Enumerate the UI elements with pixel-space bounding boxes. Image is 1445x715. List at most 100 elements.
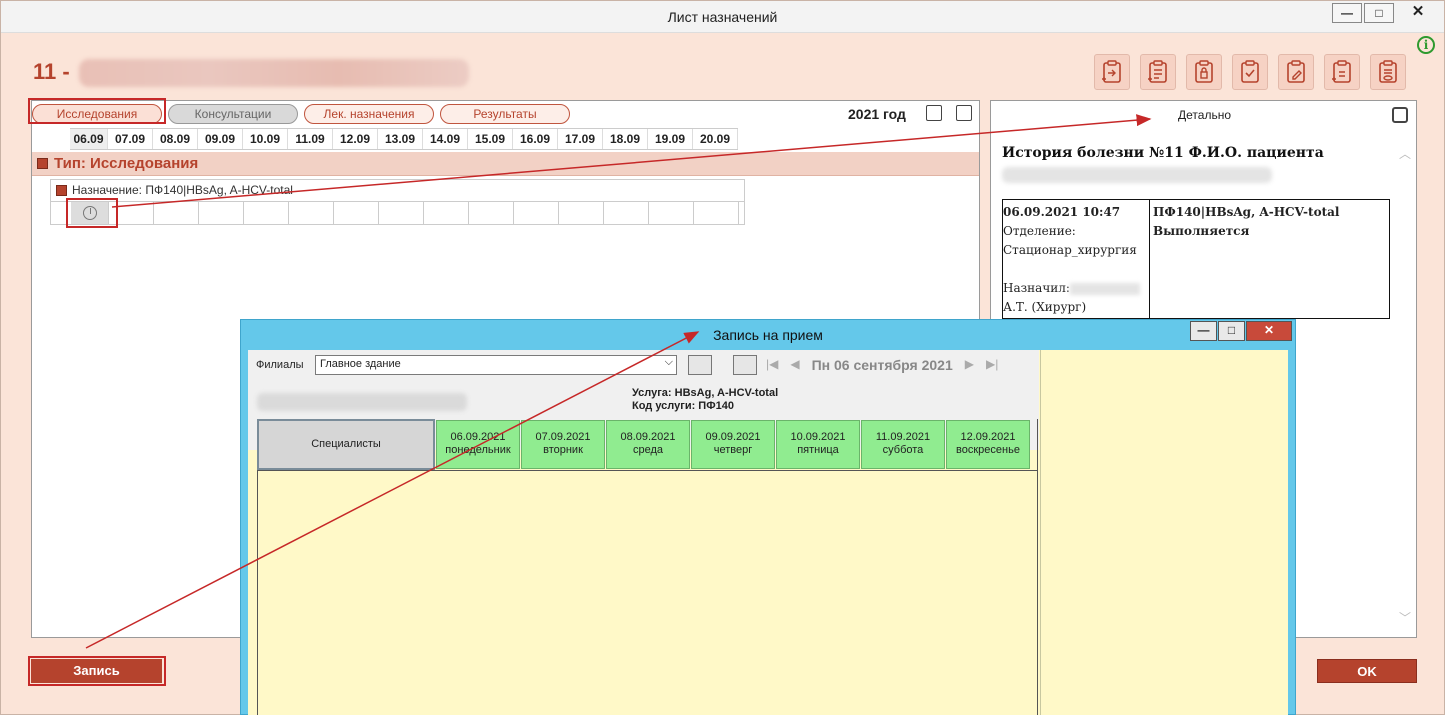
scroll-down-icon[interactable]: ﹀ (1399, 609, 1411, 625)
day-date: 11.09.2021 (875, 431, 931, 443)
detail-header: История болезни №11 Ф.И.О. пациента (1002, 145, 1324, 161)
clipboard-check-icon[interactable] (1232, 54, 1268, 90)
tab-results[interactable]: Результаты (440, 104, 570, 124)
dialog-close-button[interactable]: ✕ (1246, 321, 1292, 341)
day-header[interactable]: 06.09.2021 понедельник (436, 420, 520, 469)
appointment-dialog: Запись на прием — □ ✕ Филиалы Главное зд… (240, 319, 1296, 715)
date-header-cell: 17.09 (558, 129, 603, 149)
schedule-cell[interactable] (559, 202, 604, 224)
day-header[interactable]: 09.09.2021 четверг (691, 420, 775, 469)
schedule-cell[interactable] (604, 202, 649, 224)
assignment-label: Назначение: ПФ140|HBsAg, A-HCV-total (72, 183, 293, 197)
schedule-cell[interactable] (469, 202, 514, 224)
cell-annotation-box (66, 198, 118, 228)
date-header-cell: 11.09 (288, 129, 333, 149)
date-header-cell: 18.09 (603, 129, 648, 149)
service-line: Услуга: HBsAg, A-HCV-total (632, 387, 779, 399)
edit-icon[interactable] (688, 355, 712, 375)
date-header-cell: 15.09 (468, 129, 513, 149)
detail-table: 06.09.2021 10:47 Отделение: Стационар_хи… (1002, 199, 1390, 319)
date-header-cell: 06.09 (70, 129, 108, 149)
tab-annotation-box (28, 98, 166, 124)
maximize-button[interactable]: □ (1364, 3, 1394, 23)
filial-select[interactable]: Главное здание ⌵ (315, 355, 677, 375)
schedule-cell[interactable] (424, 202, 469, 224)
schedule-cell[interactable] (334, 202, 379, 224)
dialog-side-panel (1040, 350, 1288, 715)
filial-label: Филиалы (256, 359, 304, 371)
schedule-cell[interactable] (289, 202, 334, 224)
clipboard-edit-icon[interactable] (1278, 54, 1314, 90)
ok-button[interactable]: OK (1317, 659, 1417, 683)
year-label: 2021 год (848, 106, 906, 122)
day-date: 10.09.2021 (790, 431, 846, 443)
clipboard-lock-icon[interactable] (1186, 54, 1222, 90)
clipboard-view-icon[interactable] (1370, 54, 1406, 90)
scroll-up-icon[interactable]: ︿ (1399, 145, 1411, 161)
date-header-cell: 07.09 (108, 129, 153, 149)
detail-datetime: 06.09.2021 10:47 (1003, 205, 1121, 219)
last-page-icon[interactable]: ▶| (986, 357, 998, 373)
day-weekday: понедельник (445, 444, 511, 456)
tab-consultations[interactable]: Консультации (168, 104, 298, 124)
schedule-cell[interactable] (514, 202, 559, 224)
day-header[interactable]: 07.09.2021 вторник (521, 420, 605, 469)
schedule-cell[interactable] (379, 202, 424, 224)
redacted-patient (257, 393, 467, 411)
service-code-line: Код услуги: ПФ140 (632, 400, 734, 412)
tab-medications[interactable]: Лек. назначения (304, 104, 434, 124)
schedule-cell[interactable] (244, 202, 289, 224)
patient-name-redacted (79, 59, 469, 87)
day-weekday: вторник (543, 444, 583, 456)
chevron-down-icon: ⌵ (664, 356, 673, 368)
clipboard-add-icon[interactable] (1324, 54, 1360, 90)
collapse-icon[interactable] (56, 185, 67, 196)
copy-icon[interactable] (926, 105, 942, 121)
minimize-button[interactable]: — (1332, 3, 1362, 23)
day-header[interactable]: 08.09.2021 среда (606, 420, 690, 469)
filial-value: Главное здание (320, 358, 401, 370)
day-date: 07.09.2021 (535, 431, 591, 443)
day-header[interactable]: 11.09.2021 суббота (861, 420, 945, 469)
image-icon[interactable] (733, 355, 757, 375)
day-header[interactable]: 10.09.2021 пятница (776, 420, 860, 469)
dialog-maximize-button[interactable]: □ (1218, 321, 1245, 341)
detail-left-column: 06.09.2021 10:47 Отделение: Стационар_хи… (1003, 200, 1150, 318)
date-header-cell: 09.09 (198, 129, 243, 149)
close-button[interactable]: ✕ (1396, 3, 1440, 23)
schedule-cell[interactable] (154, 202, 199, 224)
next-icon[interactable]: ▶ (965, 357, 974, 373)
dialog-title: Запись на прием (713, 327, 823, 343)
day-header[interactable]: 12.09.2021 воскресенье (946, 420, 1030, 469)
print-icon[interactable] (1392, 107, 1408, 123)
patient-number: 11 - (33, 59, 70, 84)
schedule-cell[interactable] (694, 202, 739, 224)
assignment-row[interactable]: Назначение: ПФ140|HBsAg, A-HCV-total (50, 179, 745, 201)
service-info: Услуга: HBsAg, A-HCV-total Код услуги: П… (632, 387, 778, 413)
schedule-cell[interactable] (649, 202, 694, 224)
first-page-icon[interactable]: |◀ (766, 357, 778, 373)
date-header-cell: 13.09 (378, 129, 423, 149)
date-header-cell: 14.09 (423, 129, 468, 149)
day-date: 06.09.2021 (450, 431, 506, 443)
specialists-header: Специалисты (257, 419, 435, 470)
info-icon[interactable]: i (1417, 36, 1435, 54)
prev-icon[interactable]: ◀ (790, 357, 799, 373)
detail-title: Детально (1178, 108, 1231, 122)
date-header-cell: 08.09 (153, 129, 198, 149)
type-group-row[interactable]: Тип: Исследования (32, 152, 979, 176)
date-header-cell: 19.09 (648, 129, 693, 149)
calendar-icon[interactable] (956, 105, 972, 121)
detail-service: ПФ140|HBsAg, A-HCV-total (1153, 205, 1340, 219)
collapse-icon[interactable] (37, 158, 48, 169)
dialog-minimize-button[interactable]: — (1190, 321, 1217, 341)
schedule-cell[interactable] (199, 202, 244, 224)
date-header-cell: 16.09 (513, 129, 558, 149)
day-weekday: воскресенье (956, 444, 1020, 456)
toolbar (1094, 54, 1406, 90)
detail-department-label: Отделение: (1003, 224, 1076, 238)
window-controls: — □ ✕ (1332, 3, 1440, 23)
type-label: Тип: Исследования (54, 155, 199, 172)
clipboard-icon[interactable] (1094, 54, 1130, 90)
clipboard-list-icon[interactable] (1140, 54, 1176, 90)
